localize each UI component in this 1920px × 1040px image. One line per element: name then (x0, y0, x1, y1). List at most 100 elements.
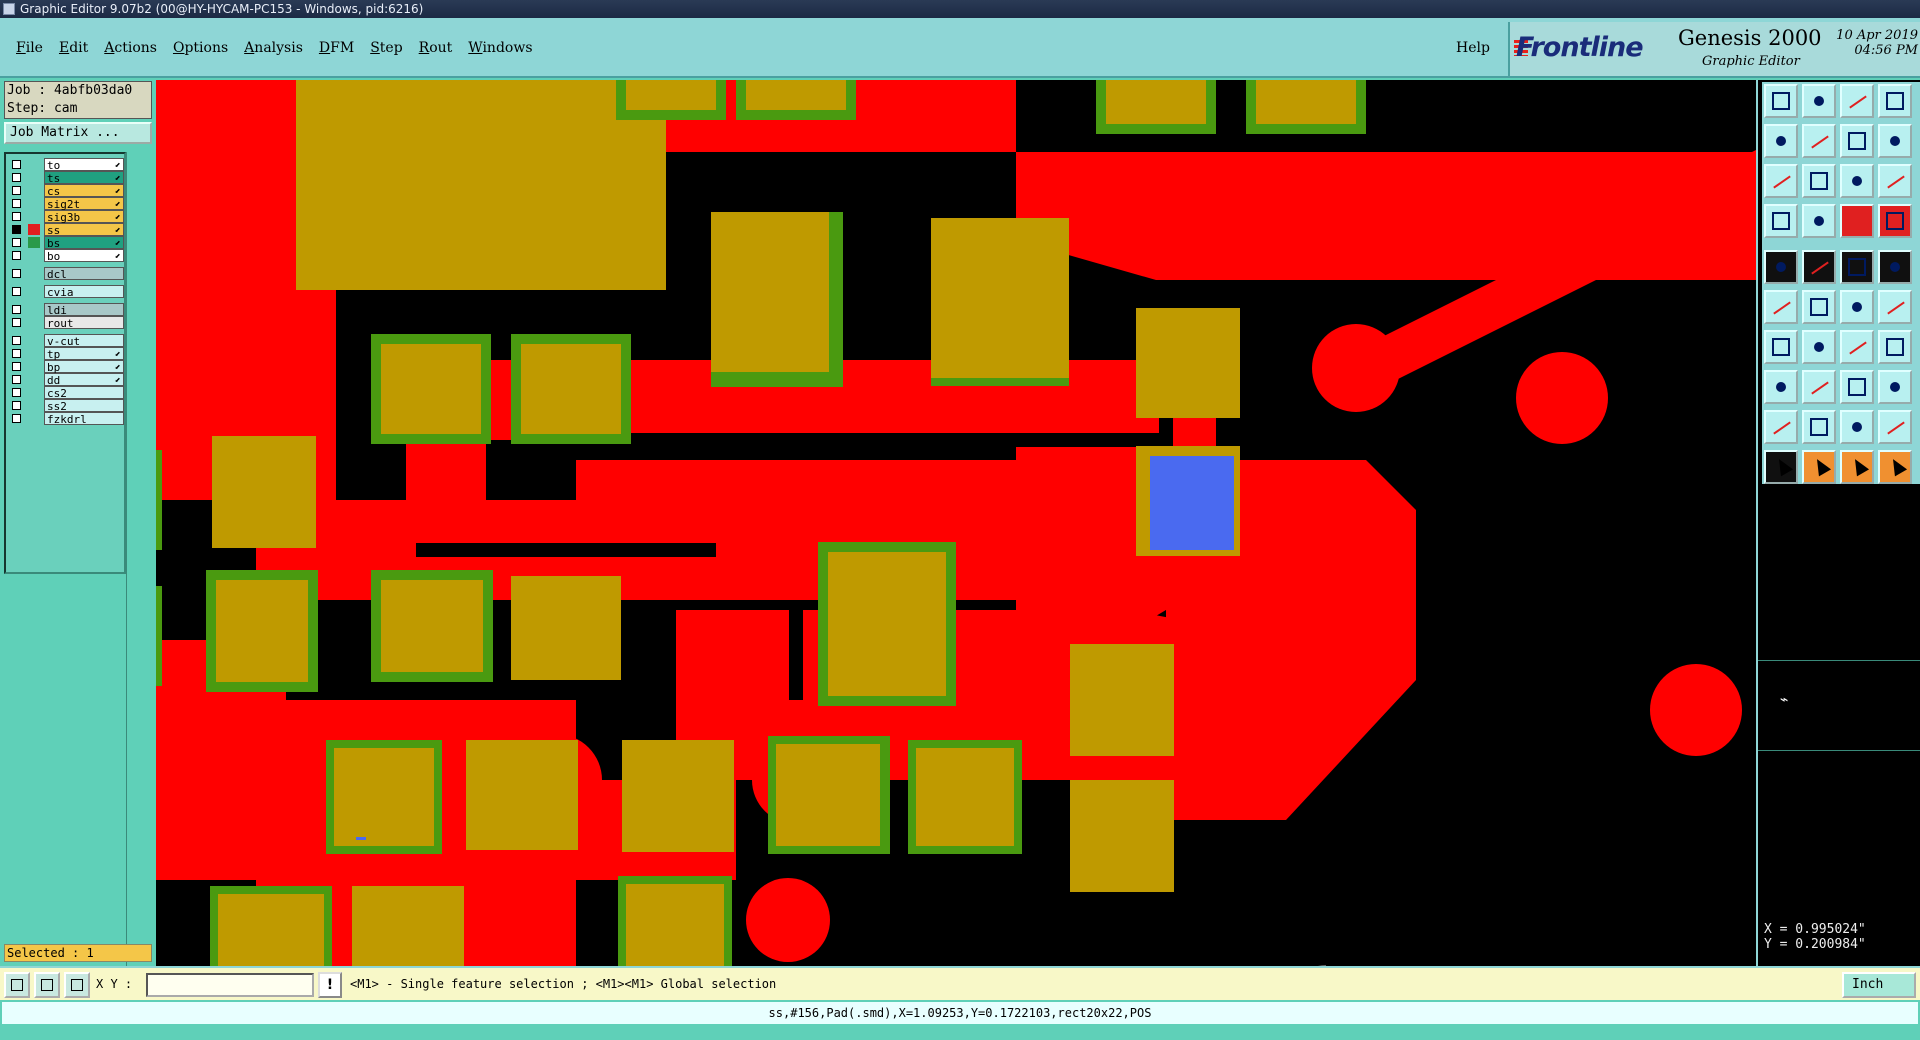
layer-checkbox[interactable] (12, 388, 21, 397)
layer-row-bs[interactable]: bs ⬋ (8, 236, 124, 250)
layer-checkbox[interactable] (12, 287, 21, 296)
layer-row-tp[interactable]: tp ⬋ (8, 347, 124, 361)
layer-row-ts[interactable]: ts ⬋ (8, 171, 124, 185)
layer-name[interactable]: sig2t ⬋ (44, 197, 124, 211)
tool-button-surface[interactable] (1764, 370, 1798, 404)
layer-row-sig3b[interactable]: sig3b ⬋ (8, 210, 124, 224)
pcb-drawing[interactable] (156, 80, 1756, 966)
tool-button-pointer4[interactable] (1878, 450, 1912, 484)
tool-button-poly[interactable] (1764, 410, 1798, 444)
layer-checkbox[interactable] (12, 186, 21, 195)
tool-button-layout[interactable] (1878, 84, 1912, 118)
layer-row-dcl[interactable]: dcl (8, 267, 124, 281)
tool-button-connect[interactable] (1764, 290, 1798, 324)
layer-checkbox[interactable] (12, 336, 21, 345)
layer-checkbox[interactable] (12, 160, 21, 169)
layer-name[interactable]: ss ⬋ (44, 223, 124, 237)
tool-button-next[interactable] (1802, 124, 1836, 158)
menu-edit[interactable]: Edit (51, 40, 96, 56)
layer-name[interactable]: ts ⬋ (44, 171, 124, 185)
job-matrix-button[interactable]: Job Matrix ... (4, 122, 152, 144)
layer-checkbox[interactable] (12, 173, 21, 182)
layer-checkbox[interactable] (12, 349, 21, 358)
menu-rout[interactable]: Rout (411, 40, 461, 56)
layer-name[interactable]: cvia (44, 285, 124, 299)
tool-button-pointer3[interactable] (1840, 450, 1874, 484)
tool-button-pointer[interactable] (1764, 450, 1798, 484)
graphic-canvas[interactable] (156, 80, 1756, 966)
unit-select[interactable]: Inch (1842, 972, 1916, 998)
tool-button-node[interactable] (1840, 290, 1874, 324)
layer-row-v-cut[interactable]: v-cut (8, 334, 124, 348)
layer-row-ldi[interactable]: ldi (8, 303, 124, 317)
left-scroll-strip[interactable] (126, 152, 152, 1012)
layer-name[interactable]: v-cut (44, 334, 124, 348)
layer-name[interactable]: dcl (44, 267, 124, 281)
layer-row-dd[interactable]: dd ⬋ (8, 373, 124, 387)
tool-button-pointer2[interactable] (1802, 450, 1836, 484)
tool-button-pad[interactable] (1764, 250, 1798, 284)
tool-button-circle[interactable] (1878, 250, 1912, 284)
layer-checkbox[interactable] (12, 212, 21, 221)
alert-button[interactable]: ! (318, 972, 342, 998)
layer-row-to[interactable]: to ⬋ (8, 158, 124, 172)
layer-checkbox[interactable] (12, 269, 21, 278)
menu-step[interactable]: Step (362, 40, 410, 56)
layer-name[interactable]: tp ⬋ (44, 347, 124, 361)
layer-name[interactable]: to ⬋ (44, 158, 124, 172)
tool-button-poly4[interactable] (1878, 410, 1912, 444)
layer-checkbox[interactable] (12, 401, 21, 410)
tool-button-line2[interactable] (1802, 330, 1836, 364)
tool-button-poly3[interactable] (1840, 410, 1874, 444)
tool-button-open[interactable] (1764, 84, 1798, 118)
layer-name[interactable]: rout (44, 316, 124, 330)
layer-name[interactable]: ldi (44, 303, 124, 317)
menu-windows[interactable]: Windows (460, 40, 540, 56)
tool-button-home[interactable] (1840, 84, 1874, 118)
layer-checkbox[interactable] (12, 414, 21, 423)
tool-button-snap[interactable] (1840, 370, 1874, 404)
layer-row-rout[interactable]: rout (8, 316, 124, 330)
tool-button-poly2[interactable] (1802, 410, 1836, 444)
layer-checkbox[interactable] (12, 225, 21, 234)
layer-name[interactable]: sig3b ⬋ (44, 210, 124, 224)
menu-actions[interactable]: Actions (96, 40, 165, 56)
zoom-area-button[interactable] (4, 972, 30, 998)
tool-button-prev[interactable] (1764, 124, 1798, 158)
tool-button-cross[interactable] (1802, 290, 1836, 324)
tool-button-node2[interactable] (1878, 290, 1912, 324)
menu-dfm[interactable]: DFM (311, 40, 362, 56)
layer-row-sig2t[interactable]: sig2t ⬋ (8, 197, 124, 211)
layer-checkbox[interactable] (12, 238, 21, 247)
layer-name[interactable]: dd ⬋ (44, 373, 124, 387)
menu-help[interactable]: Help (1456, 40, 1490, 56)
measure-button[interactable] (34, 972, 60, 998)
layer-name[interactable]: ss2 (44, 399, 124, 413)
layer-row-cs2[interactable]: cs2 (8, 386, 124, 400)
layer-name[interactable]: bs ⬋ (44, 236, 124, 250)
layer-row-ss2[interactable]: ss2 (8, 399, 124, 413)
tool-button-mirror[interactable] (1840, 124, 1874, 158)
tool-button-scale[interactable] (1840, 164, 1874, 198)
tool-button-layer-red[interactable] (1840, 204, 1874, 238)
layer-checkbox[interactable] (12, 199, 21, 208)
layer-row-ss[interactable]: ss ⬋ (8, 223, 124, 237)
tool-button-layer-red2[interactable] (1878, 204, 1912, 238)
layer-row-fzkdrl[interactable]: fzkdrl (8, 412, 124, 426)
layer-name[interactable]: bp ⬋ (44, 360, 124, 374)
menu-file[interactable]: File (8, 40, 51, 56)
layer-checkbox[interactable] (12, 318, 21, 327)
tool-button-arc[interactable] (1840, 330, 1874, 364)
menu-analysis[interactable]: Analysis (236, 40, 311, 56)
layer-row-cs[interactable]: cs ⬋ (8, 184, 124, 198)
tool-button-ruler[interactable] (1840, 250, 1874, 284)
tool-button-fit[interactable] (1764, 164, 1798, 198)
tool-button-help[interactable] (1878, 164, 1912, 198)
tool-button-zoom[interactable] (1802, 164, 1836, 198)
layer-checkbox[interactable] (12, 251, 21, 260)
grid-button[interactable] (64, 972, 90, 998)
tool-button-hand[interactable] (1764, 204, 1798, 238)
menu-options[interactable]: Options (165, 40, 236, 56)
layer-name[interactable]: cs2 (44, 386, 124, 400)
tool-button-flip[interactable] (1878, 124, 1912, 158)
